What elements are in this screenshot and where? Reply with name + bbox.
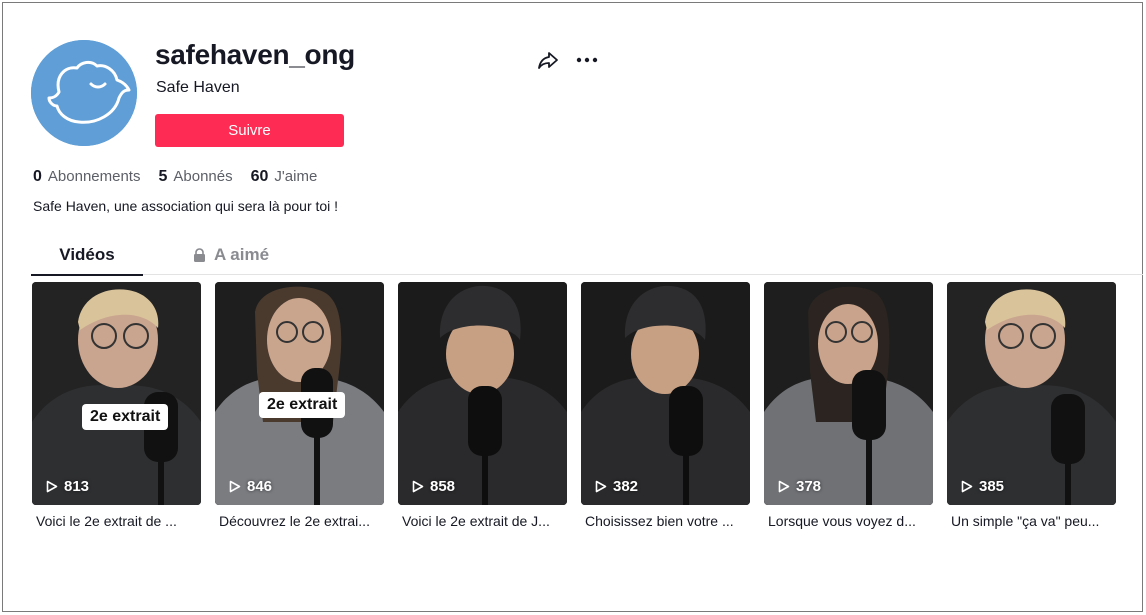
profile-tabs: Vidéos A aimé	[31, 235, 1143, 276]
video-card[interactable]: 2e extrait 813 Voici le 2e extrait de ..…	[32, 282, 201, 529]
nickname: Safe Haven	[156, 79, 240, 96]
video-overlay-text: 2e extrait	[82, 404, 169, 430]
video-thumbnail[interactable]: 378	[764, 282, 933, 505]
following-stat[interactable]: 0 Abonnements	[33, 168, 140, 186]
bird-logo-icon	[31, 40, 137, 146]
video-views: 385	[961, 478, 1004, 495]
video-views: 382	[595, 478, 638, 495]
video-view-count: 378	[796, 478, 822, 495]
video-thumbnail[interactable]: 2e extrait 813	[32, 282, 201, 505]
profile-stats: 0 Abonnements 5 Abonnés 60 J'aime	[33, 168, 335, 186]
video-thumbnail[interactable]: 858	[398, 282, 567, 505]
play-icon	[595, 480, 607, 493]
likes-stat: 60 J'aime	[251, 168, 318, 186]
video-view-count: 846	[247, 478, 273, 495]
profile-page: safehaven_ong Safe Haven Suivre 0 Abonne…	[2, 2, 1143, 612]
video-card[interactable]: 378 Lorsque vous voyez d...	[764, 282, 933, 529]
video-thumbnail-image	[581, 282, 750, 505]
tab-videos[interactable]: Vidéos	[31, 235, 143, 276]
following-label: Abonnements	[47, 168, 141, 185]
tab-liked-label: A aimé	[213, 245, 270, 264]
video-view-count: 382	[613, 478, 639, 495]
play-icon	[778, 480, 790, 493]
username: safehaven_ong	[155, 39, 355, 70]
profile-bio: Safe Haven, une association qui sera là …	[33, 198, 339, 214]
tab-liked[interactable]: A aimé	[171, 235, 291, 275]
video-thumbnail-image	[947, 282, 1116, 505]
share-icon[interactable]	[536, 48, 560, 72]
more-icon[interactable]	[574, 48, 600, 72]
followers-label: Abonnés	[173, 168, 233, 185]
video-view-count: 813	[64, 478, 90, 495]
video-thumbnail[interactable]: 382	[581, 282, 750, 505]
video-views: 378	[778, 478, 821, 495]
video-thumbnail[interactable]: 2e extrait 846	[215, 282, 384, 505]
video-caption[interactable]: Voici le 2e extrait de ...	[32, 513, 201, 529]
video-card[interactable]: 382 Choisissez bien votre ...	[581, 282, 750, 529]
play-icon	[46, 480, 58, 493]
following-count: 0	[33, 168, 42, 185]
video-caption[interactable]: Découvrez le 2e extrai...	[215, 513, 384, 529]
play-icon	[961, 480, 973, 493]
video-thumbnail[interactable]: 385	[947, 282, 1116, 505]
video-caption[interactable]: Voici le 2e extrait de J...	[398, 513, 567, 529]
play-icon	[229, 480, 241, 493]
followers-stat[interactable]: 5 Abonnés	[158, 168, 232, 186]
video-view-count: 858	[430, 478, 456, 495]
likes-count: 60	[250, 168, 269, 185]
video-view-count: 385	[979, 478, 1005, 495]
tab-videos-label: Vidéos	[59, 245, 115, 264]
followers-count: 5	[158, 168, 168, 185]
video-caption[interactable]: Un simple "ça va" peu...	[947, 513, 1116, 529]
video-views: 858	[412, 478, 455, 495]
video-overlay-text: 2e extrait	[259, 392, 346, 418]
video-card[interactable]: 385 Un simple "ça va" peu...	[947, 282, 1116, 529]
likes-label: J'aime	[274, 168, 318, 185]
video-card[interactable]: 858 Voici le 2e extrait de J...	[398, 282, 567, 529]
video-views: 846	[229, 478, 272, 495]
video-caption[interactable]: Choisissez bien votre ...	[581, 513, 750, 529]
video-caption[interactable]: Lorsque vous voyez d...	[764, 513, 933, 529]
video-thumbnail-image	[398, 282, 567, 505]
lock-icon	[193, 248, 205, 262]
video-thumbnail-image	[764, 282, 933, 505]
avatar[interactable]	[31, 40, 137, 146]
follow-button[interactable]: Suivre	[155, 114, 344, 147]
play-icon	[412, 480, 424, 493]
video-thumbnail-image	[32, 282, 201, 505]
video-card[interactable]: 2e extrait 846 Découvrez le 2e extrai...	[215, 282, 384, 529]
video-views: 813	[46, 478, 89, 495]
